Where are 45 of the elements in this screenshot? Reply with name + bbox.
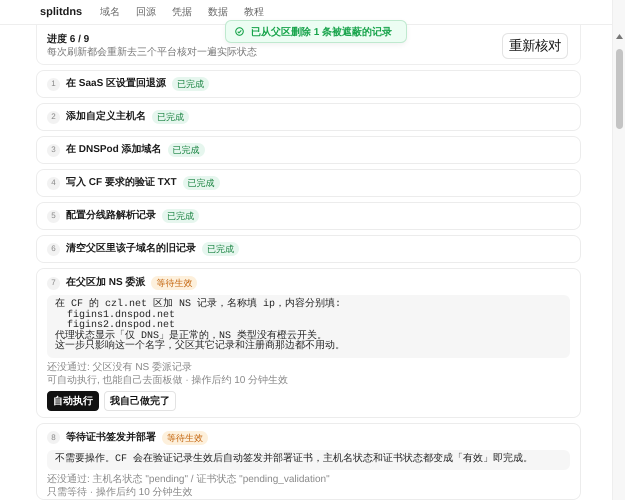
blocked-reason: 还没通过: 主机名状态 "pending" / 证书状态 "pending_validation" <box>47 474 331 486</box>
status-badge: 已完成 <box>152 110 189 124</box>
done-button[interactable]: 我自己做完了 <box>104 390 176 410</box>
scroll-up-icon[interactable] <box>616 34 622 39</box>
step-number: 4 <box>47 176 60 190</box>
status-badge: 已完成 <box>168 143 205 157</box>
blocked-reason: 还没通过: 父区没有 NS 委派记录 <box>47 362 194 374</box>
step-number: 6 <box>47 242 60 256</box>
nav-link[interactable]: 回源 <box>136 5 156 19</box>
step-title: 添加自定义主机名 <box>66 111 146 123</box>
step-number: 1 <box>47 78 60 90</box>
step-number: 8 <box>47 431 60 444</box>
status-badge: 等待生效 <box>162 430 208 444</box>
scrollbar-thumb[interactable] <box>616 49 622 129</box>
step-number: 7 <box>47 276 60 290</box>
step-title: 等待证书签发并部署 <box>66 432 156 444</box>
brand-name: splitdns <box>40 6 82 18</box>
progress-subtitle: 每次刷新都会重新去三个平台核对一遍实际状态 <box>47 46 257 58</box>
nav-link[interactable]: 教程 <box>244 5 264 19</box>
step-title: 清空父区里该子域名的旧记录 <box>66 243 196 255</box>
step-title: 写入 CF 要求的验证 TXT <box>66 177 177 189</box>
step-title: 配置分线路解析记录 <box>66 210 156 222</box>
step-title: 在 DNSPod 添加域名 <box>66 144 162 156</box>
status-badge: 已完成 <box>172 77 210 91</box>
step-number: 2 <box>47 110 60 124</box>
status-badge: 已完成 <box>202 242 239 256</box>
step-number: 3 <box>47 144 60 156</box>
step-title: 在父区加 NS 委派 <box>66 277 146 289</box>
nav-link[interactable]: 凭据 <box>172 5 192 19</box>
nav-link[interactable]: 域名 <box>100 5 120 19</box>
instruction-block: 在 CF 的 czl.net 区加 NS 记录，名称填 ip，内容分别填: figins1.dnspod.net figins2.dnspod.net 代理状态显示「仅 DNS」是正常的，NS 类型没有橙云开关。 这一步只影响这一个名字，父区其它记录和注册商那边都不用动。 <box>47 295 570 358</box>
progress-title: 进度 6 / 9 <box>47 34 90 46</box>
step-meta: 可自动执行, 也能自己去面板做 · 操作后约 10 分钟生效 <box>47 374 290 386</box>
step-meta: 只需等待 · 操作后约 10 分钟生效 <box>47 487 194 499</box>
auto-run-button[interactable]: 自动执行 <box>47 390 99 410</box>
check-circle-icon <box>235 27 244 36</box>
toast-notification: 已从父区删除 1 条被遮蔽的记录 <box>225 20 407 43</box>
status-badge: 等待生效 <box>151 276 198 290</box>
instruction-block: 不需要操作。CF 会在验证记录生效后自动签发并部署证书，主机名状态和证书状态都变成「有效」即完成。 <box>47 450 570 470</box>
status-badge: 已完成 <box>182 176 220 190</box>
step-title: 在 SaaS 区设置回退源 <box>66 78 166 90</box>
nav-link[interactable]: 数据 <box>208 5 228 19</box>
recheck-button[interactable]: 重新核对 <box>502 33 568 59</box>
status-badge: 已完成 <box>162 209 199 223</box>
step-number: 5 <box>47 210 60 222</box>
